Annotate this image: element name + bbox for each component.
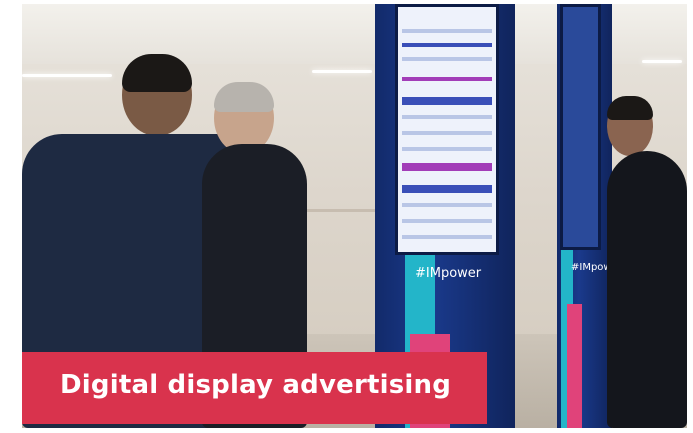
totem-hashtag: #IMpower — [415, 266, 482, 281]
ad-screen — [560, 4, 601, 250]
ceiling-light — [312, 70, 372, 73]
digital-totem: #IMpower — [557, 4, 622, 428]
ceiling-light — [642, 60, 682, 63]
banner-title: Digital display advertising — [60, 370, 452, 400]
attendee-right — [607, 96, 687, 428]
schedule-screen — [395, 4, 499, 255]
caption-banner: Digital display advertising — [22, 352, 487, 424]
